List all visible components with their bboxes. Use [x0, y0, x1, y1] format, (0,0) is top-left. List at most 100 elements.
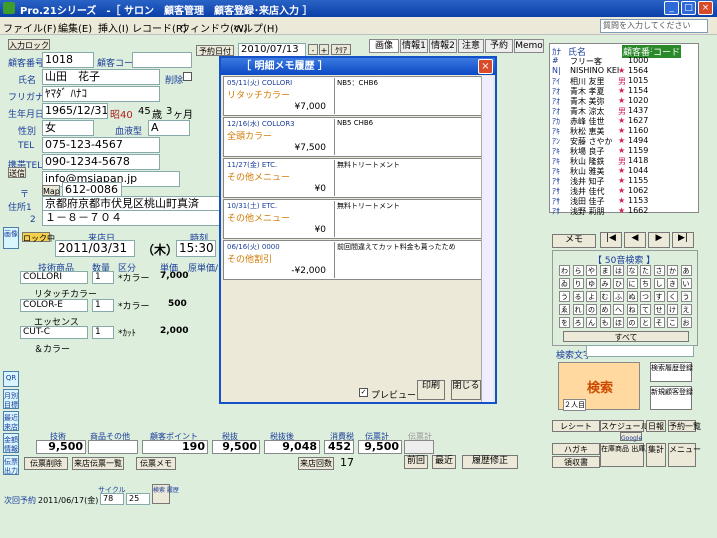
map-button[interactable]: Map: [42, 185, 60, 196]
kana-button[interactable]: か: [667, 265, 678, 276]
kana-all-button[interactable]: すべて: [563, 331, 689, 342]
nav-prev-button[interactable]: ◀: [624, 232, 646, 248]
history-list-button[interactable]: 来店伝票一覧: [72, 457, 124, 470]
kana-button[interactable]: き: [667, 278, 678, 289]
kana-button[interactable]: わ: [559, 265, 570, 276]
tab-image[interactable]: 画像: [369, 39, 399, 53]
side-target-button[interactable]: 月別 目標: [3, 389, 19, 409]
preview-checkbox[interactable]: ✓: [359, 388, 368, 397]
row3-code[interactable]: CUT-C: [20, 326, 88, 339]
kana-button[interactable]: こ: [667, 317, 678, 328]
reserve-list-button[interactable]: 予約一覧: [668, 420, 701, 432]
search-text-input[interactable]: [586, 345, 694, 357]
kana-button[interactable]: ん: [586, 317, 597, 328]
kana-button[interactable]: そ: [653, 317, 665, 328]
kana-button[interactable]: お: [680, 317, 692, 328]
customer-list-row[interactable]: ｱｷ 秋山 雅美 ★ 1044: [552, 166, 692, 176]
customer-list-row[interactable]: ｱｻ 浅井 佳代 ★ 1062: [552, 186, 692, 196]
kana-button[interactable]: に: [626, 278, 638, 289]
kana-button[interactable]: ま: [599, 265, 611, 276]
kana-button[interactable]: た: [640, 265, 651, 276]
menu-insert[interactable]: 挿入(I): [98, 20, 129, 35]
row1-code[interactable]: COLLORI: [20, 271, 88, 284]
customer-list-row[interactable]: ｱｵ 青木 涼太男 1437: [552, 106, 692, 116]
close-button[interactable]: ×: [698, 1, 713, 15]
kana-button[interactable]: と: [640, 317, 651, 328]
delete-checkbox[interactable]: [183, 72, 192, 81]
tab-memo[interactable]: Memo: [514, 39, 544, 53]
kana-button[interactable]: て: [640, 304, 651, 315]
customer-list-row[interactable]: ｱﾝ 安藤 さやか ★ 1494: [552, 136, 692, 146]
tel-field[interactable]: 075-123-4567: [42, 137, 160, 153]
memo-entry[interactable]: 05/11(火) COLLORI リタッチカラー ¥7,000 NB5：CHB6: [223, 76, 485, 116]
slip-memo-button[interactable]: 伝票メモ: [136, 457, 176, 470]
tab-info2[interactable]: 情報2: [429, 39, 457, 53]
customer-code-field[interactable]: [132, 52, 192, 68]
kana-button[interactable]: れ: [572, 304, 584, 315]
kana-button[interactable]: さ: [653, 265, 665, 276]
nav-next-button[interactable]: ▶: [648, 232, 670, 248]
customer-list-row[interactable]: N| NISHINO KEI ★ 1564: [552, 66, 692, 76]
kana-button[interactable]: め: [599, 304, 611, 315]
kana-button[interactable]: う: [680, 291, 692, 302]
kana-button[interactable]: む: [599, 291, 611, 302]
help-search-input[interactable]: 質問を入力してください: [600, 19, 708, 33]
kana-button[interactable]: は: [613, 265, 624, 276]
visit-time-field[interactable]: 15:30: [176, 240, 216, 257]
kana-button[interactable]: へ: [613, 304, 624, 315]
customer-list-row[interactable]: ｱｻ 浅野 莉朋 ★ 1662: [552, 206, 692, 216]
kana-button[interactable]: の: [586, 304, 597, 315]
side-recent-button[interactable]: 最近 来店: [3, 411, 19, 431]
input-lock-button[interactable]: 入力ロック: [8, 39, 50, 50]
reserve-date-field[interactable]: 2010/07/13: [238, 43, 306, 57]
nav-first-button[interactable]: |◀: [600, 232, 622, 248]
receipt-button[interactable]: レシート: [552, 420, 600, 432]
kana-button[interactable]: せ: [653, 304, 665, 315]
customer-list-row[interactable]: ｱｷ 秋松 恵美 ★ 1160: [552, 126, 692, 136]
google-button[interactable]: Google: [620, 432, 642, 442]
mail-send-button[interactable]: 送信: [8, 167, 26, 178]
nav-last-button[interactable]: ▶|: [672, 232, 694, 248]
memo-entry[interactable]: 06/16(火) 0000 その他割引 -¥2,000 前回間違えてカット料金も貰った…: [223, 240, 485, 280]
kana-button[interactable]: り: [572, 278, 584, 289]
search-history-bottom-button[interactable]: 検索 履歴: [152, 484, 179, 504]
row2-code[interactable]: COLOR-E: [20, 299, 88, 312]
kana-button[interactable]: し: [653, 278, 665, 289]
kana-button[interactable]: え: [680, 304, 692, 315]
kana-button[interactable]: を: [559, 317, 570, 328]
kana-button[interactable]: も: [599, 317, 611, 328]
side-amount-button[interactable]: 金額 情報: [3, 433, 19, 453]
row1-qty[interactable]: 1: [92, 271, 114, 284]
kana-button[interactable]: け: [667, 304, 678, 315]
kana-button[interactable]: ひ: [613, 278, 624, 289]
minimize-button[interactable]: _: [664, 1, 679, 15]
slip-delete-button[interactable]: 伝票削除: [24, 457, 68, 470]
kana-button[interactable]: よ: [586, 291, 597, 302]
reserve-plus-button[interactable]: +: [319, 44, 329, 55]
memo-button[interactable]: メモ: [552, 234, 596, 248]
postcard-button[interactable]: ハガキ: [552, 443, 600, 455]
kana-button[interactable]: ら: [572, 265, 584, 276]
dialog-scrollbar[interactable]: [481, 76, 493, 402]
name-field[interactable]: 山田 花子: [42, 69, 160, 85]
sex-select[interactable]: 女: [42, 120, 94, 136]
kana-button[interactable]: う: [559, 291, 570, 302]
customer-number[interactable]: 1018: [42, 52, 94, 68]
reserve-clear-button[interactable]: ｸﾘｱ: [331, 44, 351, 55]
menu-record[interactable]: レコード(R): [132, 20, 187, 35]
kana-button[interactable]: ふ: [613, 291, 624, 302]
kana-button[interactable]: す: [653, 291, 665, 302]
kana-button[interactable]: ち: [640, 278, 651, 289]
kana-button[interactable]: や: [586, 265, 597, 276]
customer-list[interactable]: ｶﾅ 氏名 顧客番号 コード # フリー客 1000 N| NISHINO KEI ★ 15…: [549, 43, 699, 216]
dialog-close-icon[interactable]: ×: [478, 59, 493, 74]
address2-field[interactable]: １－８－７０４: [42, 210, 220, 226]
mobile-field[interactable]: 090-1234-5678: [42, 154, 160, 170]
memo-entry[interactable]: 12/16(水) COLLOR3 全頭カラー ¥7,500 NB5 CHB6: [223, 117, 485, 157]
customer-list-row[interactable]: # フリー客 1000: [552, 56, 692, 66]
daily-report-button[interactable]: 日報: [646, 420, 666, 432]
kana-button[interactable]: ゐ: [559, 278, 570, 289]
kana-button[interactable]: ゆ: [586, 278, 597, 289]
tab-info1[interactable]: 情報1: [400, 39, 428, 53]
menu-edit[interactable]: 編集(E): [58, 20, 92, 35]
